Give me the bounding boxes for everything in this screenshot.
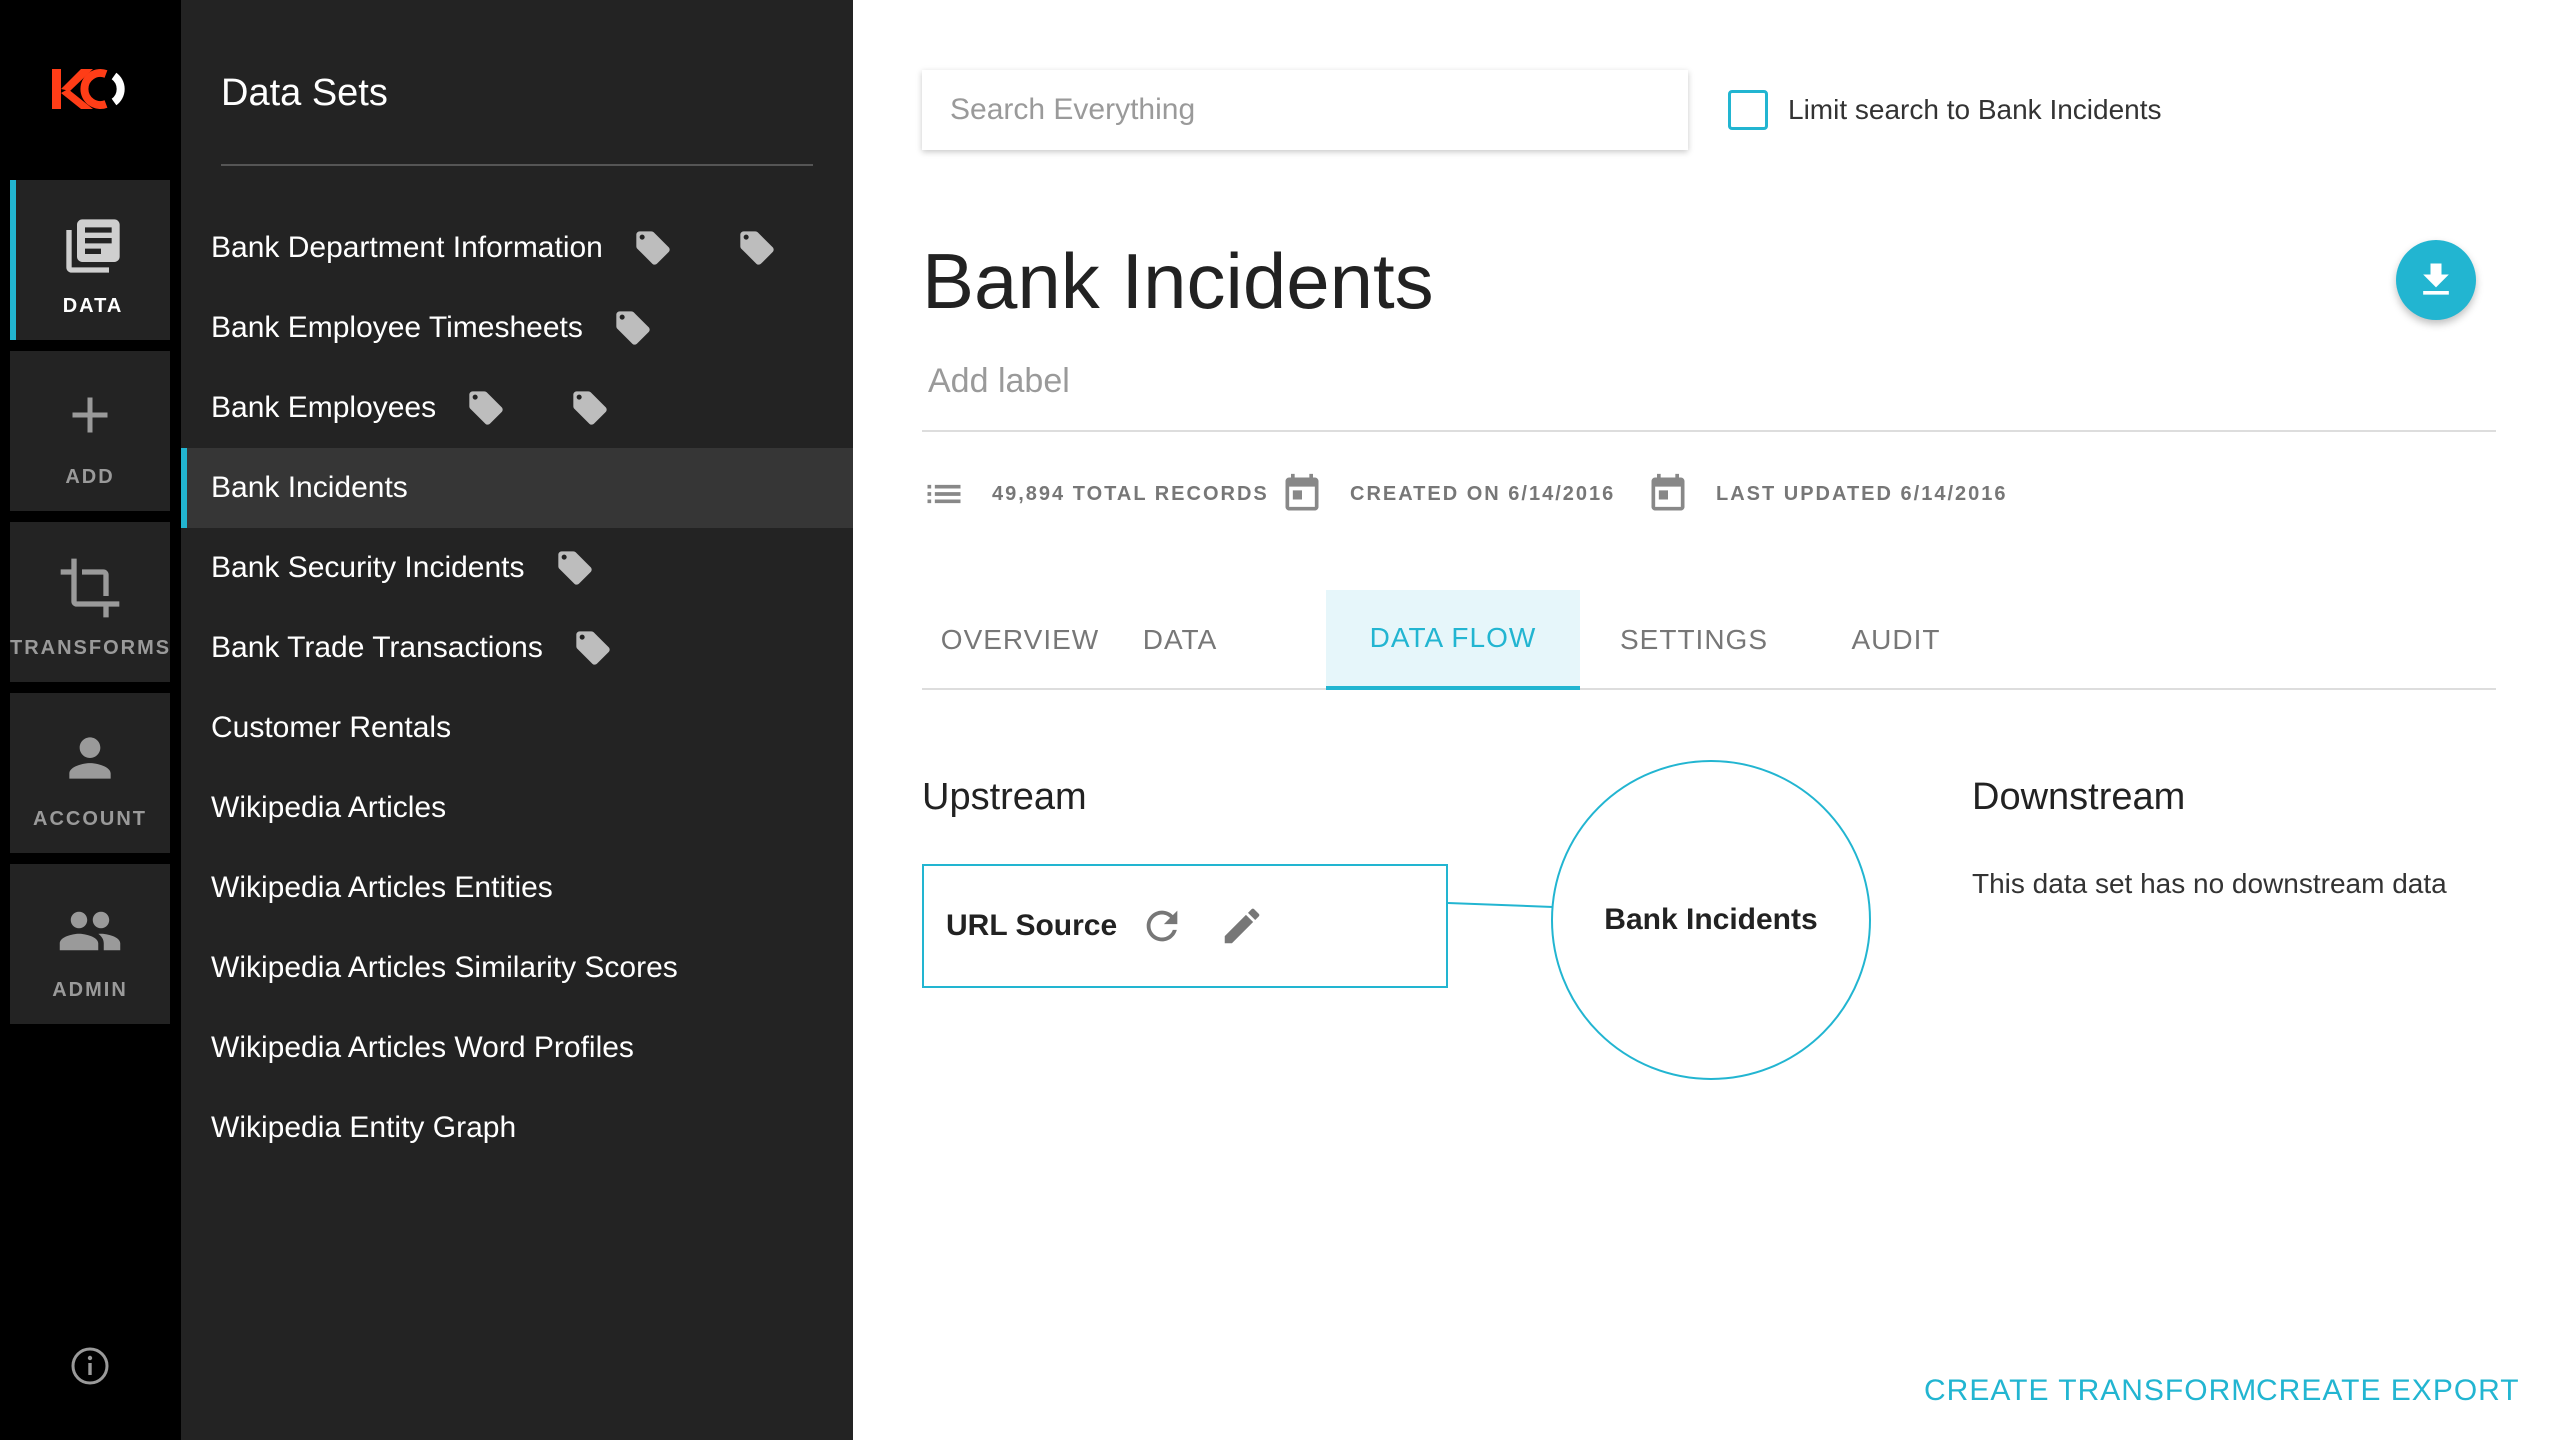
- dataset-item-bank-trade-transactions[interactable]: Bank Trade Transactions: [181, 608, 853, 688]
- tab-bar: OVERVIEW DATA DATA FLOW SETTINGS AUDIT: [922, 590, 2496, 690]
- list-divider: [221, 164, 813, 166]
- dataset-item-wikipedia-articles-word-profiles[interactable]: Wikipedia Articles Word Profiles: [181, 1008, 853, 1088]
- tag-icon[interactable]: [737, 228, 777, 268]
- dataset-item-label: Wikipedia Articles Similarity Scores: [211, 951, 678, 984]
- rail-item-admin[interactable]: ADMIN: [10, 864, 170, 1024]
- dataset-item-label: Bank Employee Timesheets: [211, 311, 583, 344]
- tab-overview[interactable]: OVERVIEW: [922, 590, 1118, 690]
- tag-icon[interactable]: [570, 388, 610, 428]
- app-logo[interactable]: [48, 64, 132, 114]
- list-title: Data Sets: [221, 72, 388, 114]
- info-icon[interactable]: [70, 1346, 110, 1386]
- tag-icon[interactable]: [573, 628, 613, 668]
- dataset-item-label: Bank Trade Transactions: [211, 631, 543, 664]
- dataset-item-bank-incidents[interactable]: Bank Incidents: [181, 448, 853, 528]
- rail-item-account[interactable]: ACCOUNT: [10, 693, 170, 853]
- dataset-item-label: Bank Department Information: [211, 231, 603, 264]
- rail-item-transforms[interactable]: TRANSFORMS: [10, 522, 170, 682]
- total-records-text: 49,894 TOTAL RECORDS: [992, 482, 1269, 505]
- dataset-item-label: Wikipedia Articles: [211, 791, 447, 824]
- dataset-title: Bank Incidents: [922, 237, 1434, 325]
- current-dataset-node[interactable]: Bank Incidents: [1551, 760, 1871, 1080]
- dataset-item-label: Bank Security Incidents: [211, 551, 525, 584]
- dataset-item-wikipedia-articles[interactable]: Wikipedia Articles: [181, 768, 853, 848]
- rail-label-admin: ADMIN: [52, 979, 128, 1001]
- dataset-item-wikipedia-articles-entities[interactable]: Wikipedia Articles Entities: [181, 848, 853, 928]
- dataset-item-label: Bank Employees: [211, 391, 437, 424]
- dataset-item-bank-employee-timesheets[interactable]: Bank Employee Timesheets: [181, 288, 853, 368]
- rail-item-add[interactable]: ADD: [10, 351, 170, 511]
- title-divider: [922, 430, 2496, 432]
- meta-updated: LAST UPDATED 6/14/2016: [1646, 472, 2008, 516]
- tag-icon[interactable]: [633, 228, 673, 268]
- dataset-item-label: Wikipedia Entity Graph: [211, 1111, 517, 1144]
- dataset-item-customer-rentals[interactable]: Customer Rentals: [181, 688, 853, 768]
- group-icon: [59, 911, 121, 951]
- tab-data[interactable]: DATA: [1118, 590, 1242, 690]
- transform-icon: [60, 558, 120, 618]
- tag-icon[interactable]: [555, 548, 595, 588]
- person-icon: [69, 737, 111, 779]
- source-label: URL Source: [946, 909, 1118, 942]
- create-export-button[interactable]: CREATE EXPORT: [2256, 1374, 2520, 1408]
- rail-label-transforms: TRANSFORMS: [10, 637, 172, 659]
- meta-created: CREATED ON 6/14/2016: [1280, 472, 1615, 516]
- dataset-list-panel: Data Sets Bank Department Information Ba…: [181, 0, 853, 1440]
- nav-rail: DATA ADD TRANSFORMS ACCOUNT ADMIN: [0, 0, 181, 1440]
- tab-audit[interactable]: AUDIT: [1808, 590, 1984, 690]
- rail-label-data: DATA: [62, 295, 124, 317]
- upstream-heading: Upstream: [922, 776, 1087, 818]
- dataset-item-wikipedia-articles-similarity-scores[interactable]: Wikipedia Articles Similarity Scores: [181, 928, 853, 1008]
- tag-icon[interactable]: [613, 308, 653, 348]
- limit-search-checkbox[interactable]: [1728, 90, 1768, 130]
- calendar-icon: [1285, 473, 1319, 511]
- meta-total-records: 49,894 TOTAL RECORDS: [922, 472, 1269, 516]
- list-icon: [927, 484, 961, 504]
- edit-icon[interactable]: [1219, 903, 1265, 949]
- search-input[interactable]: [922, 70, 1688, 150]
- flow-connector-line: [1448, 902, 1553, 908]
- dataset-item-label: Customer Rentals: [211, 711, 452, 744]
- no-downstream-message: This data set has no downstream data: [1972, 868, 2447, 899]
- tag-icon[interactable]: [466, 388, 506, 428]
- calendar-icon: [1651, 473, 1685, 511]
- data-icon: [66, 219, 120, 273]
- dataset-item-label: Wikipedia Articles Word Profiles: [211, 1031, 634, 1064]
- dataset-item-label: Bank Incidents: [211, 471, 408, 504]
- plus-icon: [72, 397, 108, 433]
- created-text: CREATED ON 6/14/2016: [1350, 482, 1616, 505]
- rail-label-account: ACCOUNT: [33, 808, 147, 830]
- updated-text: LAST UPDATED 6/14/2016: [1716, 482, 2008, 505]
- upstream-source-card[interactable]: URL Source: [922, 864, 1448, 988]
- create-transform-button[interactable]: CREATE TRANSFORM: [1924, 1374, 2257, 1408]
- rail-label-add: ADD: [65, 466, 115, 488]
- tab-settings[interactable]: SETTINGS: [1580, 590, 1808, 690]
- refresh-icon[interactable]: [1139, 903, 1185, 949]
- rail-item-data[interactable]: DATA: [10, 180, 170, 340]
- limit-search-label: Limit search to Bank Incidents: [1788, 94, 2162, 125]
- download-icon: [2423, 263, 2449, 295]
- add-label-field[interactable]: Add label: [928, 362, 1070, 401]
- download-button[interactable]: [2396, 240, 2476, 320]
- dataset-item-label: Wikipedia Articles Entities: [211, 871, 553, 904]
- dataset-item-bank-department-information[interactable]: Bank Department Information: [181, 208, 853, 288]
- downstream-heading: Downstream: [1972, 776, 2186, 818]
- dataset-item-bank-security-incidents[interactable]: Bank Security Incidents: [181, 528, 853, 608]
- limit-search-toggle[interactable]: Limit search to Bank Incidents: [1728, 90, 2162, 130]
- dataset-item-wikipedia-entity-graph[interactable]: Wikipedia Entity Graph: [181, 1088, 853, 1168]
- tab-data-flow[interactable]: DATA FLOW: [1326, 590, 1580, 690]
- dataset-item-bank-employees[interactable]: Bank Employees: [181, 368, 853, 448]
